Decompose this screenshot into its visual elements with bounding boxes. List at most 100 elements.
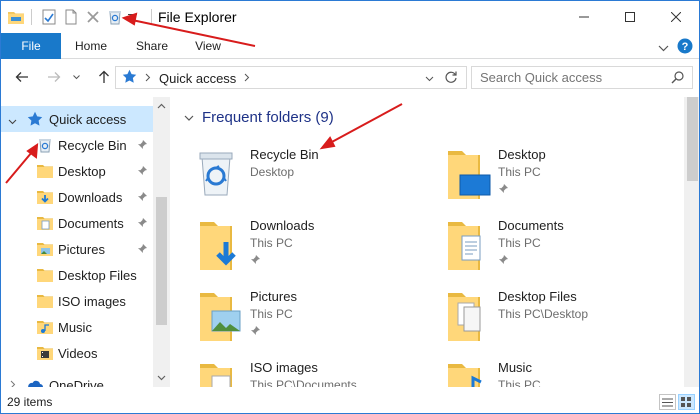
expand-chevron-icon[interactable]	[10, 378, 16, 387]
refresh-icon[interactable]	[444, 70, 458, 87]
delete-icon[interactable]	[82, 7, 104, 27]
svg-text:?: ?	[682, 41, 689, 53]
tiles-view-button[interactable]	[678, 394, 695, 410]
folder-tile-iso-images[interactable]: ISO images This PC\Documents	[186, 358, 416, 387]
tab-file[interactable]: File	[1, 33, 61, 59]
recent-locations-button[interactable]	[71, 68, 81, 86]
close-button[interactable]	[653, 1, 699, 33]
minimize-button[interactable]	[561, 1, 607, 33]
search-input[interactable]	[480, 70, 660, 85]
folder-tile-documents[interactable]: Documents This PC	[434, 216, 664, 282]
address-bar[interactable]: Quick access	[115, 66, 467, 89]
onedrive-cloud-icon	[27, 377, 43, 387]
folder-icon	[5, 7, 27, 27]
maximize-button[interactable]	[607, 1, 653, 33]
pin-icon[interactable]	[498, 183, 509, 197]
breadcrumb-quick-access[interactable]: Quick access	[159, 71, 236, 86]
tile-location: This PC	[498, 378, 541, 387]
address-row: Quick access	[1, 60, 699, 94]
scrollbar-thumb[interactable]	[687, 97, 698, 181]
folder-tile-downloads[interactable]: Downloads This PC	[186, 216, 416, 282]
tile-location: This PC	[498, 236, 541, 250]
tile-name: ISO images	[250, 360, 318, 375]
recycle-bin-icon	[37, 137, 53, 153]
tile-name: Desktop	[498, 147, 546, 162]
navigation-pane: Quick access Recycle Bin Desktop Downloa…	[1, 97, 169, 387]
nav-item-onedrive[interactable]: OneDrive	[1, 372, 153, 387]
folder-tile-pictures[interactable]: Pictures This PC	[186, 287, 416, 353]
nav-item-downloads[interactable]: Downloads	[1, 184, 153, 210]
tile-location: This PC\Desktop	[498, 307, 589, 321]
scroll-up-icon[interactable]	[157, 101, 166, 110]
tab-view[interactable]: View	[185, 33, 231, 59]
view-buttons	[659, 394, 695, 410]
documents-folder-icon	[434, 216, 494, 276]
tile-location: This PC	[250, 236, 293, 250]
pin-icon[interactable]	[137, 243, 148, 257]
quick-access-toolbar	[5, 7, 138, 27]
properties-icon[interactable]	[38, 7, 60, 27]
chevron-down-icon[interactable]	[126, 7, 138, 27]
collapse-chevron-icon[interactable]	[184, 111, 194, 125]
videos-folder-icon	[37, 345, 53, 361]
pin-icon[interactable]	[137, 217, 148, 231]
content-scrollbar[interactable]	[684, 97, 699, 387]
search-icon[interactable]	[671, 71, 684, 87]
status-bar: 29 items	[1, 391, 699, 413]
scroll-down-icon[interactable]	[157, 373, 166, 382]
folder-tile-music[interactable]: Music This PC	[434, 358, 664, 387]
title-separator	[151, 9, 152, 25]
ribbon-tabs: File Home Share View ?	[1, 33, 699, 59]
folder-tile-desktop-files[interactable]: Desktop Files This PC\Desktop	[434, 287, 664, 353]
breadcrumb-chevron-icon[interactable]	[244, 71, 250, 85]
pictures-folder-icon	[37, 241, 53, 257]
nav-item-music[interactable]: Music	[1, 314, 153, 340]
pin-icon[interactable]	[137, 191, 148, 205]
recycle-bin-icon[interactable]	[104, 7, 126, 27]
up-button[interactable]	[95, 68, 113, 86]
close-icon	[671, 12, 681, 22]
navpane-scrollbar[interactable]	[153, 97, 170, 387]
folder-icon	[37, 163, 53, 179]
nav-item-desktop[interactable]: Desktop	[1, 158, 153, 184]
pin-icon[interactable]	[498, 254, 509, 268]
expand-ribbon-icon[interactable]	[658, 41, 669, 55]
tile-name: Music	[498, 360, 532, 375]
window-controls	[561, 1, 699, 33]
nav-item-recycle-bin[interactable]: Recycle Bin	[1, 132, 153, 158]
folder-icon	[186, 358, 246, 387]
pin-icon[interactable]	[250, 254, 261, 268]
tile-location: This PC	[498, 165, 541, 179]
folder-tile-recycle-bin[interactable]: Recycle Bin Desktop	[186, 145, 416, 211]
group-header[interactable]: Frequent folders (9)	[184, 109, 334, 126]
address-dropdown-icon[interactable]	[425, 71, 434, 85]
maximize-icon	[625, 12, 635, 22]
scrollbar-thumb[interactable]	[156, 197, 167, 325]
nav-label: Pictures	[58, 242, 105, 257]
downloads-folder-icon	[186, 216, 246, 276]
quick-access-star-icon	[27, 111, 43, 127]
nav-item-quick-access[interactable]: Quick access	[1, 106, 153, 132]
nav-label: Recycle Bin	[58, 138, 127, 153]
tab-share[interactable]: Share	[127, 33, 177, 59]
pin-icon[interactable]	[137, 139, 148, 153]
nav-item-documents[interactable]: Documents	[1, 210, 153, 236]
forward-button[interactable]	[45, 68, 63, 86]
details-view-icon	[662, 398, 673, 406]
nav-label: Desktop Files	[58, 268, 137, 283]
pin-icon[interactable]	[137, 165, 148, 179]
expand-chevron-icon[interactable]	[8, 114, 17, 128]
nav-item-pictures[interactable]: Pictures	[1, 236, 153, 262]
help-icon[interactable]: ?	[677, 38, 693, 57]
back-button[interactable]	[13, 68, 31, 86]
pin-icon[interactable]	[250, 325, 261, 339]
tab-home[interactable]: Home	[65, 33, 117, 59]
nav-item-desktop-files[interactable]: Desktop Files	[1, 262, 153, 288]
nav-item-iso-images[interactable]: ISO images	[1, 288, 153, 314]
new-folder-icon[interactable]	[60, 7, 82, 27]
nav-item-videos[interactable]: Videos	[1, 340, 153, 366]
search-box[interactable]	[471, 66, 693, 89]
folder-tile-desktop[interactable]: Desktop This PC	[434, 145, 664, 211]
breadcrumb-chevron-icon[interactable]	[145, 71, 151, 85]
details-view-button[interactable]	[659, 394, 676, 410]
